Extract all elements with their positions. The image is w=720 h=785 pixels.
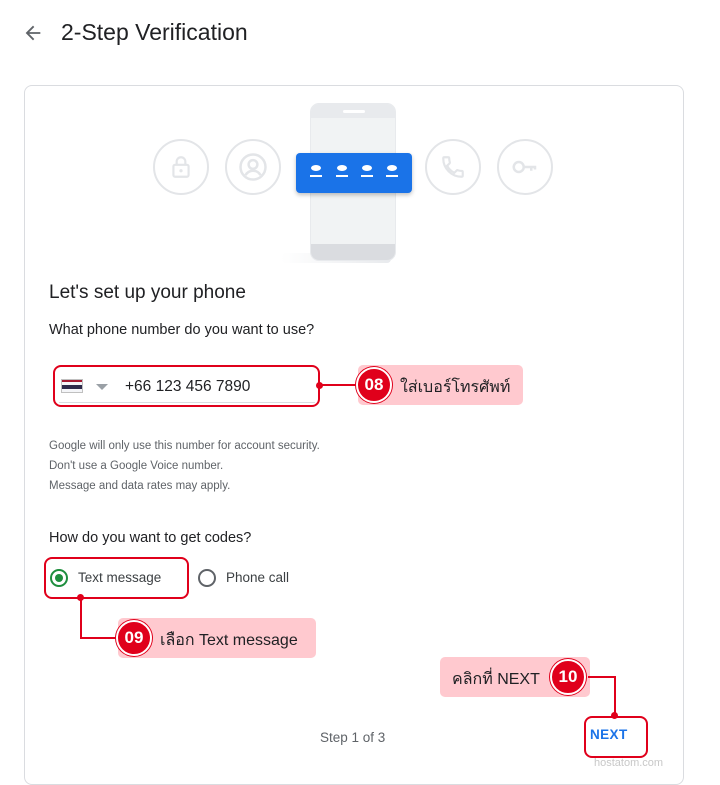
- annotation-number: 08: [356, 367, 392, 403]
- radio-label-phone-call[interactable]: Phone call: [226, 570, 289, 585]
- radio-phone-call[interactable]: [198, 569, 216, 587]
- codes-question: How do you want to get codes?: [49, 530, 252, 546]
- step-indicator: Step 1 of 3: [320, 730, 386, 745]
- key-icon: [497, 139, 553, 195]
- illustration: [153, 101, 555, 266]
- annotation-text: คลิกที่ NEXT: [452, 671, 540, 688]
- lock-icon: [153, 139, 209, 195]
- person-icon: [225, 139, 281, 195]
- annotation-number: 09: [116, 620, 152, 656]
- code-box: [296, 153, 412, 193]
- annotation-text: เลือก Text message: [160, 632, 298, 649]
- top-bar: 2-Step Verification: [0, 0, 720, 70]
- arrow-left-icon[interactable]: [22, 22, 44, 44]
- setup-heading: Let's set up your phone: [49, 282, 246, 303]
- annotation-09: 09 เลือก Text message: [116, 618, 316, 658]
- annotation-10: คลิกที่ NEXT 10: [440, 657, 590, 697]
- annotation-text: ใส่เบอร์โทรศัพท์: [400, 379, 511, 396]
- note-google-voice: Don't use a Google Voice number.: [49, 460, 224, 472]
- annotation-number: 10: [550, 659, 586, 695]
- phone-question: What phone number do you want to use?: [49, 322, 315, 338]
- note-rates: Message and data rates may apply.: [49, 480, 231, 492]
- highlight-next-button: [584, 716, 648, 758]
- note-security: Google will only use this number for acc…: [49, 440, 320, 452]
- phone-call-icon: [425, 139, 481, 195]
- highlight-phone-field: [53, 365, 320, 407]
- annotation-08: 08 ใส่เบอร์โทรศัพท์: [356, 365, 523, 405]
- highlight-text-message: [44, 557, 189, 599]
- watermark: hostatom.com: [594, 757, 664, 769]
- page-title: 2-Step Verification: [61, 19, 248, 45]
